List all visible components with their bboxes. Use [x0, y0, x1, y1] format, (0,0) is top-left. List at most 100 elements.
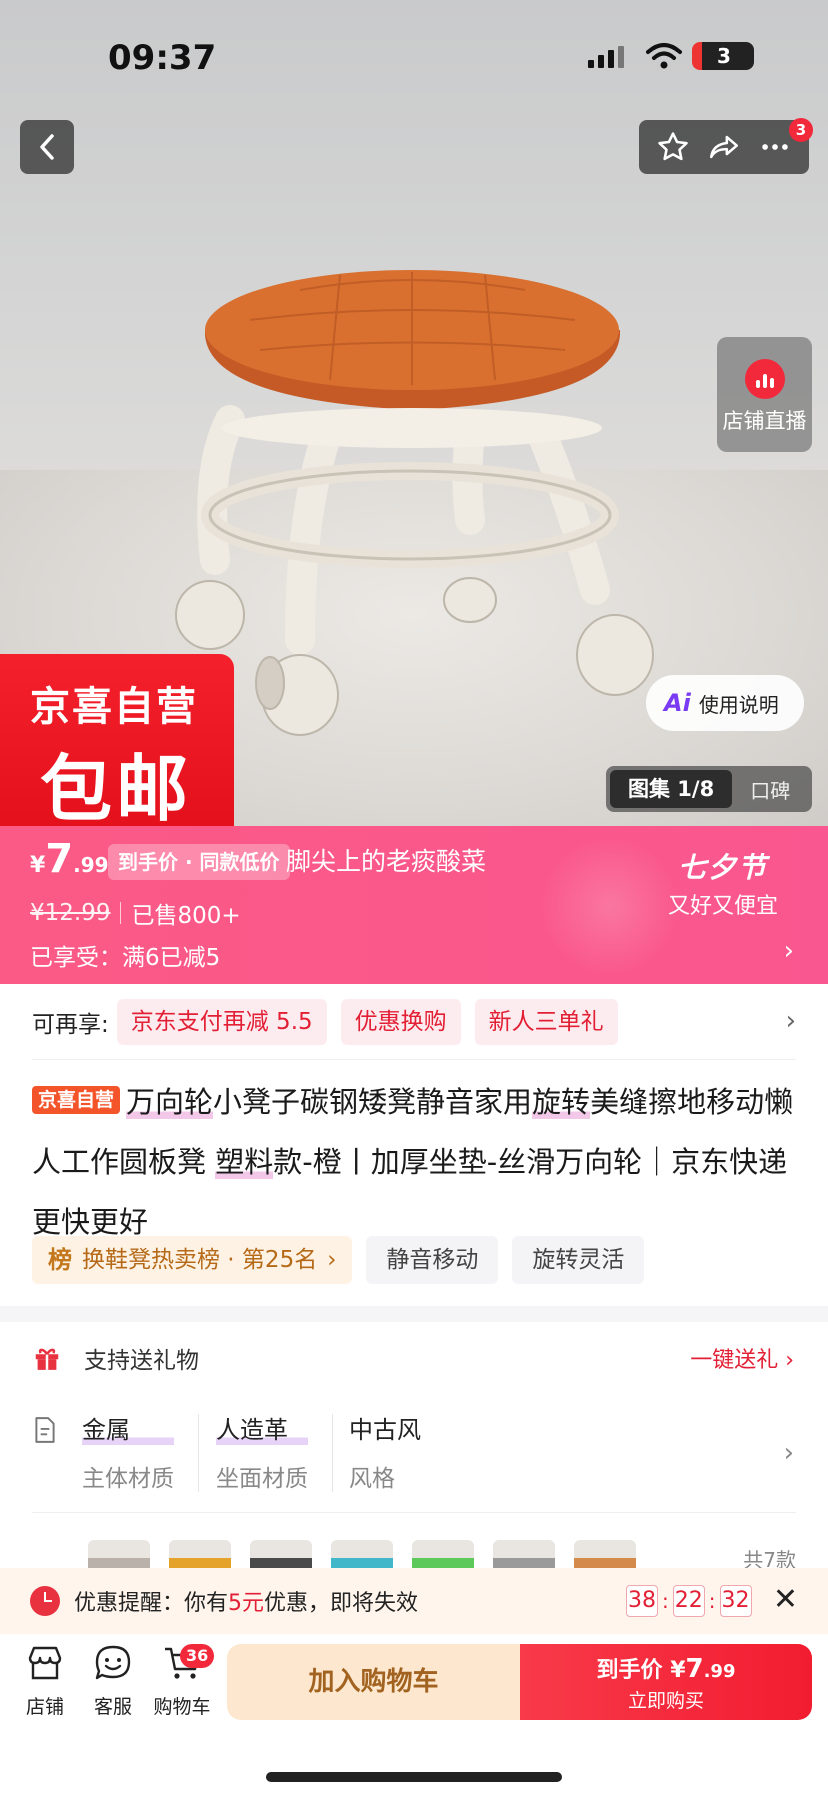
coupon-reminder[interactable]: 优惠提醒：你有5元优惠，即将失效 38 : 22 : 32 ✕ — [0, 1568, 828, 1634]
jingxi-badge: 京喜自营 — [32, 1086, 121, 1114]
promo-chip[interactable]: 优惠换购 — [340, 999, 461, 1045]
wifi-icon — [646, 43, 682, 69]
chevron-left-icon — [40, 134, 54, 160]
attribute-item: 人造革 坐面材质 — [216, 1410, 308, 1493]
ranking-icon: 榜 — [48, 1246, 72, 1274]
divider — [32, 1059, 796, 1060]
ai-instructions-button[interactable]: Ai 使用说明 — [646, 675, 804, 731]
attributes-row[interactable]: 金属 主体材质 人造革 坐面材质 中古风 风格 › — [0, 1404, 828, 1514]
buy-currency: ¥ — [670, 1658, 686, 1683]
divider — [332, 1414, 333, 1492]
bottom-action-bar: 店铺 客服 购物车 36 加入购物车 到手价 ¥7.99 立即购买 — [0, 1634, 828, 1795]
divider — [32, 1512, 796, 1513]
sold-count: 已售800+ — [131, 903, 241, 929]
clock-icon — [30, 1586, 60, 1616]
cart-count-badge: 36 — [180, 1644, 215, 1668]
shop-button[interactable]: 店铺 — [10, 1644, 80, 1719]
shop-name: 脚尖上的老痰酸菜 — [286, 847, 487, 876]
ai-label: 使用说明 — [698, 692, 779, 717]
price-meta: ¥12.99 已售800+ — [30, 896, 241, 930]
badge-line1: 京喜自营 — [30, 684, 198, 730]
home-indicator — [266, 1772, 562, 1782]
variant-thumb[interactable] — [412, 1540, 474, 1568]
countdown: 38 : 22 : 32 — [626, 1585, 752, 1617]
colon: : — [708, 1589, 716, 1613]
feature-tag: 静音移动 — [366, 1236, 499, 1284]
decorative-flower — [540, 836, 680, 976]
discount-applied: 已享受：满6已减5 — [30, 945, 221, 971]
store-live-button[interactable]: 店铺直播 — [717, 337, 812, 452]
countdown-hours: 38 — [626, 1585, 658, 1617]
reminder-suffix: 优惠，即将失效 — [264, 1591, 419, 1616]
colon: : — [662, 1589, 669, 1613]
chevron-right-icon: › — [785, 1006, 796, 1036]
share-icon[interactable] — [707, 130, 741, 164]
original-price: ¥12.99 — [30, 900, 111, 926]
ranking-label: 换鞋凳热卖榜 · 第25名 — [82, 1247, 318, 1273]
variant-thumb[interactable] — [169, 1540, 231, 1568]
status-bar: 09:37 3 — [0, 38, 828, 78]
jingxi-free-shipping-badge: 京喜自营 包邮 — [0, 654, 234, 826]
reminder-amount: 5元 — [228, 1591, 265, 1616]
customer-service-button[interactable]: 客服 — [78, 1644, 148, 1719]
promo-chip[interactable]: 新人三单礼 — [474, 999, 618, 1045]
battery-icon: 3 — [692, 42, 754, 70]
back-button[interactable] — [20, 120, 74, 174]
buy-price-label: 到手价 — [596, 1658, 663, 1683]
reminder-prefix: 优惠提醒：你有 — [74, 1591, 229, 1616]
variant-thumb[interactable] — [250, 1540, 312, 1568]
chevron-right-icon: › — [327, 1247, 337, 1273]
chat-face-icon — [95, 1645, 131, 1680]
service-label: 客服 — [93, 1696, 132, 1718]
attribute-value: 中古风 — [349, 1416, 421, 1444]
shop-label: 店铺 — [25, 1696, 64, 1718]
live-icon — [744, 359, 785, 399]
attribute-key: 主体材质 — [82, 1466, 174, 1492]
product-image[interactable]: 09:37 3 3 店铺直播 京喜自营 包邮 Ai 使用说明 图集 1/8 口碑 — [0, 0, 828, 826]
reviews-tab[interactable]: 口碑 — [732, 775, 790, 804]
buy-now-label: 立即购买 — [627, 1690, 704, 1712]
title-text: 小凳子碳钢矮凳静音家用 — [213, 1085, 533, 1119]
title-text: 款-橙丨加厚坐垫-丝滑万向轮 — [273, 1145, 643, 1179]
price-currency: ¥ — [30, 853, 46, 878]
document-icon — [35, 1417, 55, 1443]
price-integer: 7 — [45, 836, 74, 882]
variant-thumb[interactable] — [574, 1540, 636, 1568]
more-icon[interactable] — [758, 130, 792, 164]
title-keyword: 塑料 — [215, 1145, 274, 1179]
title-keyword: 旋转 — [532, 1085, 591, 1119]
add-to-cart-button[interactable]: 加入购物车 — [227, 1644, 520, 1720]
chevron-right-icon: › — [783, 1438, 794, 1468]
section-gap — [0, 1306, 828, 1322]
clock: 09:37 — [108, 38, 217, 78]
badge-line2: 包邮 — [40, 747, 193, 826]
chevron-right-icon: › — [783, 936, 794, 966]
cellular-signal-icon — [588, 46, 624, 68]
gallery-tab[interactable]: 图集 1/8 — [610, 770, 733, 808]
buy-price-decimal: .99 — [703, 1661, 736, 1682]
variant-thumb[interactable] — [331, 1540, 393, 1568]
festival-banner: 七夕节 又好又便宜 — [668, 846, 778, 920]
ranking-tag[interactable]: 榜 换鞋凳热卖榜 · 第25名 › — [32, 1236, 353, 1284]
star-icon[interactable] — [656, 130, 690, 164]
gift-label: 支持送礼物 — [84, 1348, 199, 1374]
gift-row[interactable]: 支持送礼物 一键送礼 › — [0, 1322, 828, 1394]
promo-chip[interactable]: 京东支付再减 5.5 — [116, 999, 327, 1045]
send-gift-button[interactable]: 一键送礼 › — [690, 1342, 794, 1374]
buy-now-button[interactable]: 到手价 ¥7.99 立即购买 — [520, 1644, 812, 1720]
festival-subtitle: 又好又便宜 — [667, 894, 778, 919]
extra-promotions-row[interactable]: 可再享: 京东支付再减 5.5 优惠换购 新人三单礼 › — [0, 984, 828, 1060]
title-keyword: 万向轮 — [126, 1085, 214, 1119]
variant-thumb[interactable] — [493, 1540, 555, 1568]
send-gift-label: 一键送礼 — [690, 1348, 779, 1373]
attribute-value: 金属 — [82, 1410, 174, 1445]
buy-price: 到手价 ¥7.99 — [520, 1652, 812, 1684]
variant-thumbnails[interactable]: 共7款 — [0, 1532, 828, 1568]
variant-thumb[interactable] — [88, 1540, 150, 1568]
attribute-item: 中古风 风格 — [349, 1410, 421, 1493]
gift-icon — [35, 1348, 59, 1370]
close-icon[interactable]: ✕ — [773, 1582, 798, 1617]
price-banner[interactable]: ¥ 7 .99 到手价 · 同款低价 脚尖上的老痰酸菜 ¥12.99 已售800… — [0, 826, 828, 984]
buy-price-integer: 7 — [685, 1654, 704, 1684]
gallery-switch: 图集 1/8 口碑 — [606, 766, 812, 812]
